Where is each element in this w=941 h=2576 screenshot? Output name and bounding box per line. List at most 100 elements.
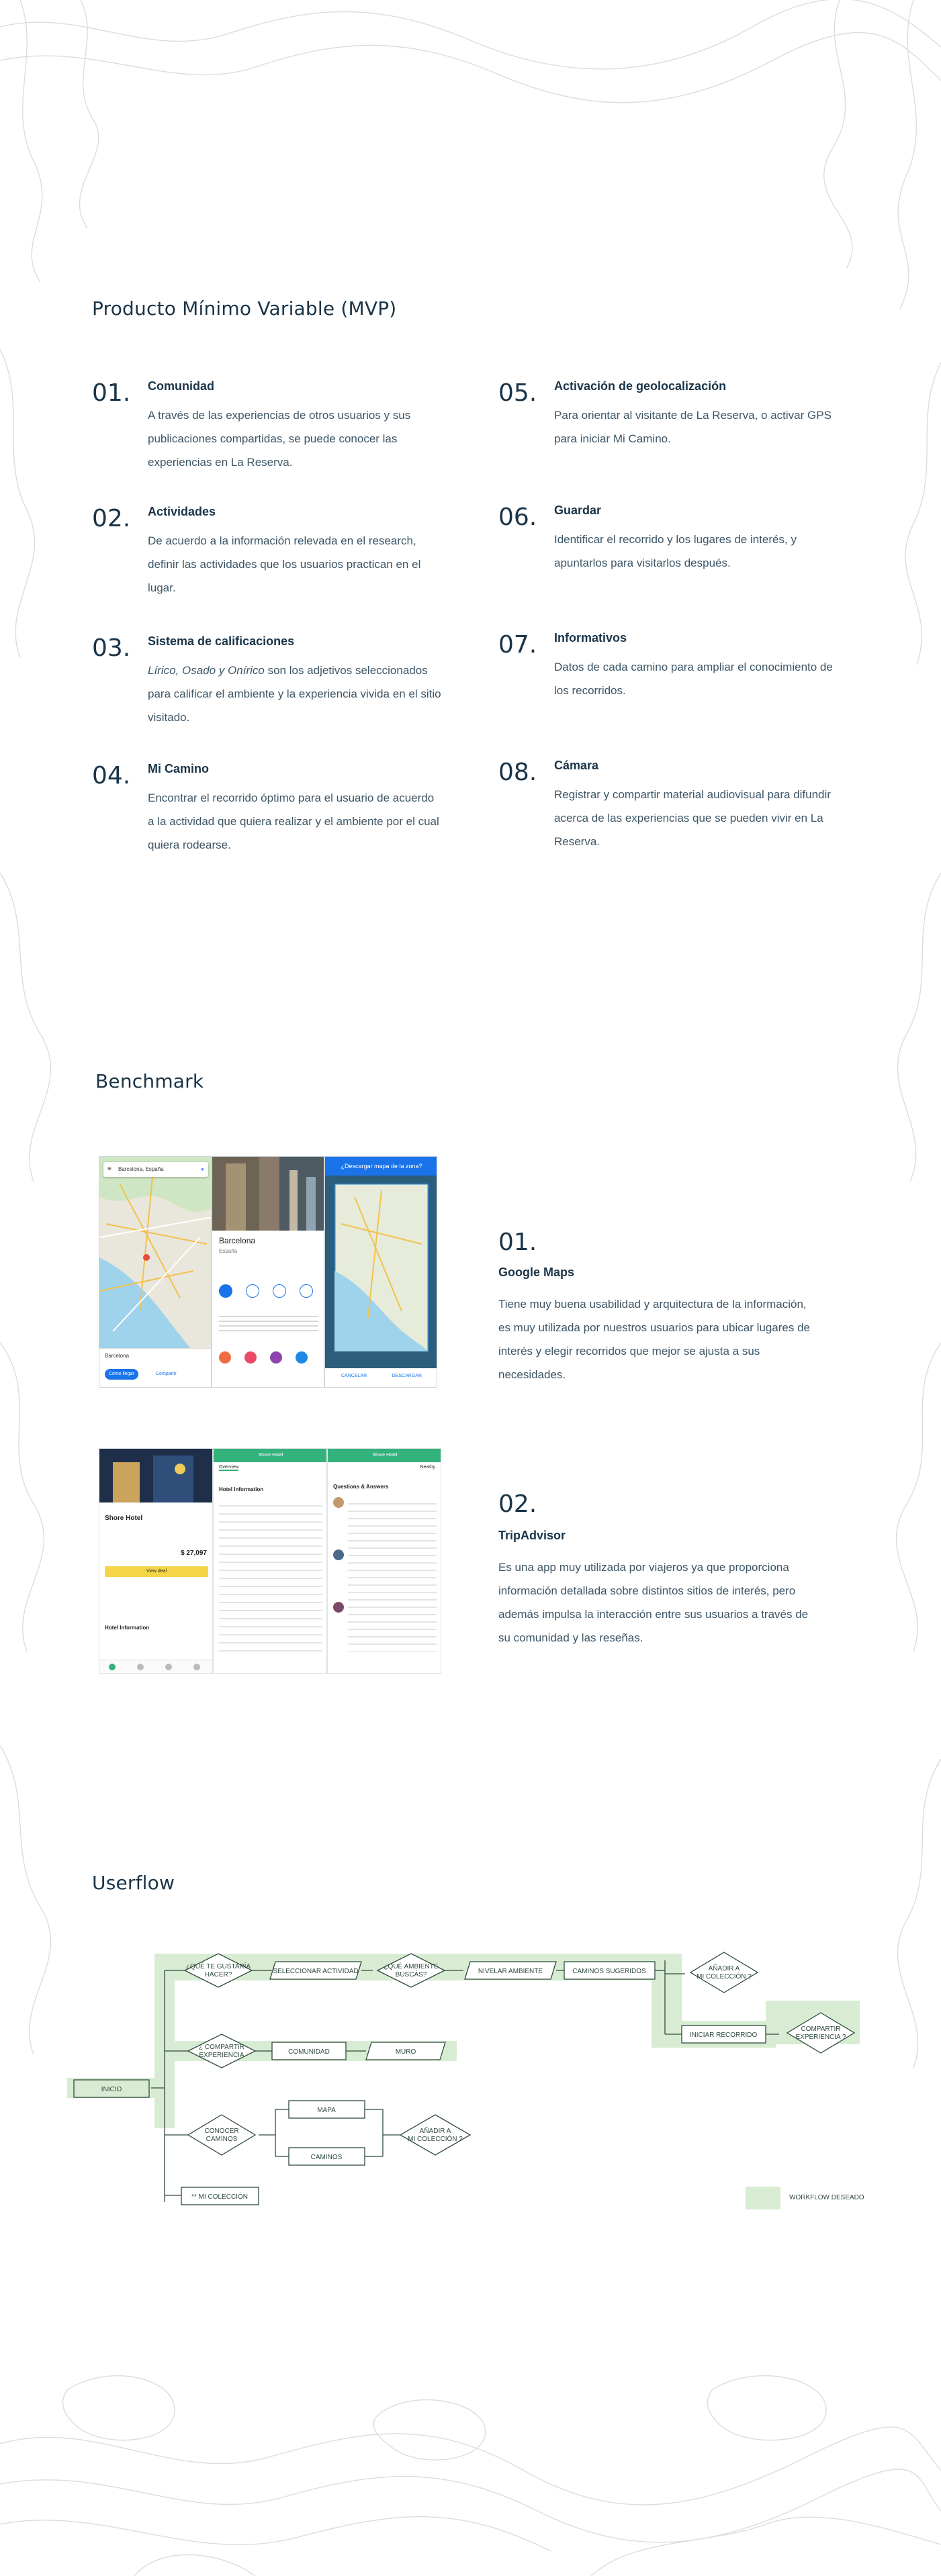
mvp-item-title: Actividades (148, 505, 216, 518)
hotel-photo (99, 1449, 212, 1502)
label-anadir-1-line1: AÑADIR A (709, 1964, 740, 1972)
share-icon[interactable] (273, 1284, 286, 1298)
trips-icon[interactable] (165, 1664, 172, 1670)
benchmark-title: Google Maps (498, 1266, 575, 1279)
mvp-item-number: 06. (498, 504, 537, 531)
place-title: Barcelona (219, 1236, 256, 1245)
mvp-item-title: Cámara (554, 759, 599, 772)
userflow-heading: Userflow (92, 1872, 175, 1894)
cancel-button[interactable]: CANCELAR (341, 1374, 367, 1378)
bottom-nav (99, 1660, 212, 1673)
profile-icon[interactable] (193, 1664, 200, 1670)
download-area-map (334, 1184, 429, 1351)
benchmark-description: Es una app muy utilizada por viajeros ya… (498, 1561, 809, 1644)
label-seleccionar: SELECCIONAR ACTIVIDAD (273, 1968, 358, 1975)
menu-icon[interactable]: ≡ (107, 1162, 111, 1177)
mvp-item-title: Sistema de calificaciones (148, 634, 295, 648)
transit-icon[interactable] (296, 1351, 308, 1364)
hotel-icon[interactable] (244, 1351, 257, 1364)
label-comunidad: COMUNIDAD (288, 2048, 330, 2056)
label-conocer-2: CAMINOS (206, 2136, 238, 2143)
label-anadir-2-line2: MI COLECCIÓN ? (408, 2134, 463, 2143)
gmaps-download-screen: ¿Descargar mapa de la zona? CANCELAR DES… (324, 1156, 437, 1388)
benchmark-heading: Benchmark (95, 1070, 204, 1092)
label-ambiente-2: BUSCÁS? (396, 1970, 427, 1978)
avatar (333, 1549, 344, 1560)
avatar (333, 1602, 344, 1613)
node-conocer (187, 2114, 257, 2156)
hotel-info-title: Hotel Information (105, 1625, 150, 1631)
label-anadir-1-line2: MI COLECCIÓN ? (697, 1972, 752, 1981)
node-anadir-1 (689, 1952, 759, 1993)
hotel-name: Shore Hotel (105, 1515, 143, 1522)
label-muro: MURO (396, 2048, 416, 2056)
legend-label: WORKFLOW DESEADO (789, 2194, 864, 2201)
label-caminos: CAMINOS (311, 2154, 343, 2161)
mvp-item-number: 08. (498, 759, 537, 786)
place-label: Barcelona (105, 1353, 130, 1359)
place-photo (212, 1157, 324, 1231)
label-conocer-1: CONOCER (204, 2128, 238, 2135)
search-input[interactable]: Barcelona, España (118, 1166, 164, 1172)
label-nivelar: NIVELAR AMBIENTE (478, 1968, 543, 1975)
label-que-hacer-2: HACER? (205, 1971, 232, 1978)
tripadvisor-screenshots: Shore Hotel $ 27,097 View deal Hotel Inf… (99, 1448, 441, 1674)
label-compartir-exp-1: COMPARTIR (801, 2025, 840, 2033)
hotel-info-lines (219, 1498, 322, 1653)
mvp-item-number: 02. (92, 505, 131, 532)
mic-icon[interactable]: ● (201, 1162, 204, 1177)
label-compartir-exp-2: EXPERIENCIA ? (795, 2034, 846, 2041)
mvp-item-description: De acuerdo a la información relevada en … (148, 534, 421, 594)
map-bottom-sheet: Barcelona Cómo llegar Compartir (99, 1348, 211, 1387)
tab-overview[interactable]: Overview (219, 1465, 239, 1471)
mvp-item-title: Mi Camino (148, 762, 210, 775)
home-icon[interactable] (109, 1664, 116, 1670)
tripadvisor-hotel-screen: Shore Hotel $ 27,097 View deal Hotel Inf… (99, 1448, 213, 1674)
mvp-item-description: Identificar el recorrido y los lugares d… (554, 533, 797, 569)
explore-icon[interactable] (137, 1664, 144, 1670)
label-mi-coleccion: ** MI COLECCIÓN (191, 2192, 248, 2201)
mvp-item-number: 01. (92, 379, 131, 407)
hotel-info-heading: Hotel Information (219, 1486, 264, 1492)
mvp-item-title: Informativos (554, 631, 627, 645)
directions-chip[interactable]: Cómo llegar (105, 1369, 138, 1380)
download-button-bar: CANCELAR DESCARGAR (325, 1368, 437, 1387)
mvp-heading: Producto Mínimo Variable (MVP) (92, 297, 397, 320)
mvp-item-description: Para orientar al visitante de La Reserva… (554, 409, 832, 445)
map-search-bar[interactable]: ≡ Barcelona, España ● (103, 1162, 208, 1177)
download-button[interactable]: DESCARGAR (392, 1374, 422, 1378)
place-actions (219, 1284, 318, 1304)
save-icon[interactable] (246, 1284, 259, 1298)
tab-nearby[interactable]: Nearby (420, 1465, 435, 1470)
category-icons (219, 1351, 318, 1378)
mvp-item-description: Datos de cada camino para ampliar el con… (554, 661, 833, 697)
legend-swatch (746, 2187, 780, 2209)
label-mapa: MAPA (317, 2107, 336, 2114)
app-header-title: Shore Hotel (258, 1453, 283, 1458)
download-icon[interactable] (300, 1284, 313, 1298)
benchmark-description: Tiene muy buena usabilidad y arquitectur… (498, 1298, 810, 1381)
place-subtitle: España (219, 1248, 238, 1254)
directions-chip-label: Cómo llegar (109, 1372, 134, 1376)
mvp-item-title: Activación de geolocalización (554, 379, 727, 393)
gmaps-place-screen: Barcelona España (212, 1156, 324, 1388)
place-description (219, 1313, 318, 1333)
restaurant-icon[interactable] (219, 1351, 231, 1364)
gmaps-map-screen: ≡ Barcelona, España ● Barcelona Cómo lle… (99, 1156, 212, 1388)
qa-header: Shore Hotel (328, 1449, 441, 1462)
label-iniciar: INICIAR RECORRIDO (690, 2032, 758, 2039)
hotel-price: $ 27,097 (181, 1549, 207, 1557)
attraction-icon[interactable] (270, 1351, 282, 1364)
view-deal-button[interactable]: View deal (105, 1566, 208, 1577)
mvp-item-description: Registrar y compartir material audiovisu… (554, 788, 831, 848)
qa-lines (348, 1497, 437, 1652)
avatar (333, 1497, 344, 1508)
share-chip[interactable]: Compartir (152, 1369, 181, 1380)
mvp-item-title: Comunidad (148, 379, 214, 393)
qa-header-title: Shore Hotel (372, 1453, 398, 1458)
directions-icon[interactable] (219, 1284, 232, 1298)
tripadvisor-qa-screen: Shore Hotel Nearby Questions & Answers (327, 1448, 441, 1674)
label-caminos-sugeridos: CAMINOS SUGERIDOS (572, 1968, 646, 1975)
benchmark-number: 01. (498, 1229, 537, 1256)
benchmark-title: TripAdvisor (498, 1529, 566, 1542)
